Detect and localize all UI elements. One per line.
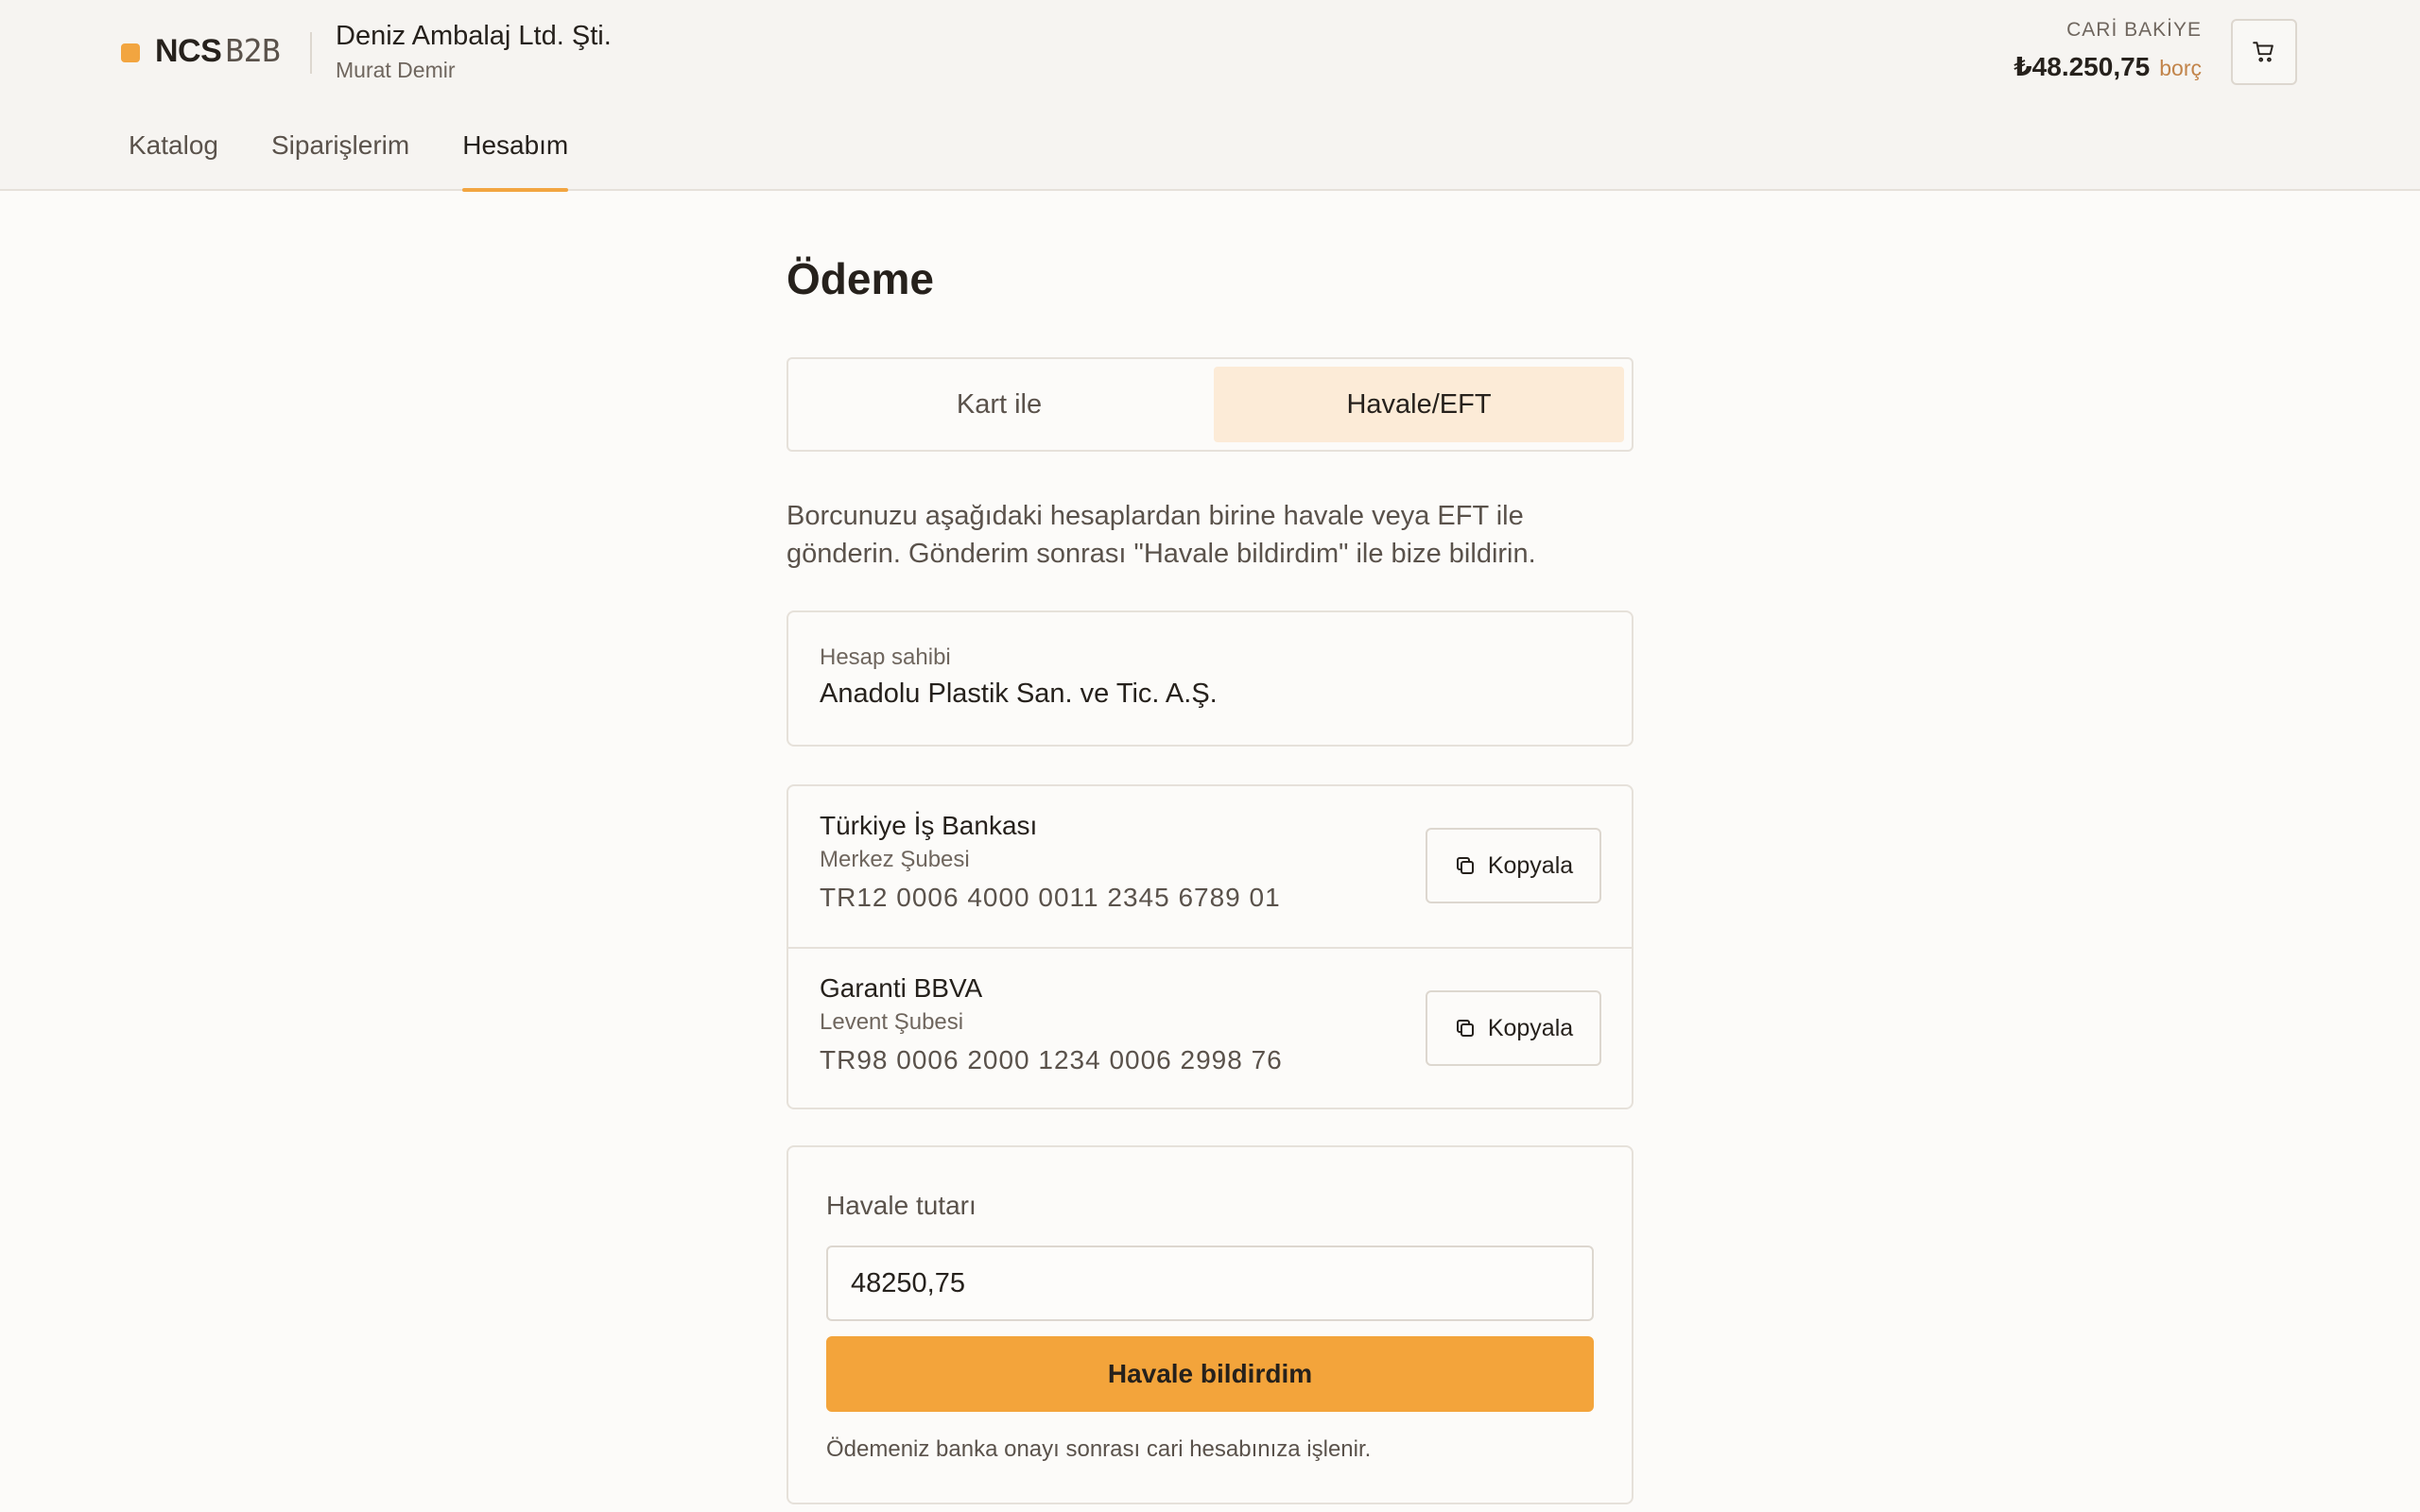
bank-branch: Merkez Şubesi — [820, 847, 970, 872]
payment-method-tabs: Kart ile Havale/EFT — [786, 357, 1634, 452]
transfer-instructions: Borcunuzu aşağıdaki hesaplardan birine h… — [786, 501, 1536, 569]
copy-button-label: Kopyala — [1487, 851, 1574, 879]
brand-logo[interactable]: NCS B2B — [155, 32, 281, 70]
user-name: Murat Demir — [336, 58, 456, 82]
copy-iban-button[interactable]: Kopyala — [1426, 828, 1601, 903]
account-owner-label: Hesap sahibi — [820, 644, 951, 670]
transfer-amount-label: Havale tutarı — [826, 1191, 977, 1220]
copy-icon — [1456, 1020, 1474, 1037]
iban-number: TR12 0006 4000 0011 2345 6789 01 — [820, 883, 1281, 912]
bank-name: Türkiye İş Bankası — [820, 811, 1038, 840]
cart-button[interactable] — [2231, 19, 2297, 85]
transfer-notice-form: Havale tutarı Havale bildirdim Ödemeniz … — [786, 1145, 1634, 1504]
balance-debt-tag: borç — [2159, 56, 2202, 80]
transfer-note: Ödemeniz banka onayı sonrası cari hesabı… — [826, 1436, 1372, 1462]
company-name: Deniz Ambalaj Ltd. Şti. — [336, 21, 612, 51]
transfer-notified-button[interactable]: Havale bildirdim — [826, 1336, 1594, 1412]
bank-accounts-list: Türkiye İş Bankası Merkez Şubesi TR12 00… — [786, 784, 1634, 1109]
account-owner-card: Hesap sahibi Anadolu Plastik San. ve Tic… — [786, 610, 1634, 747]
brand-logo-mark — [121, 43, 140, 62]
tab-card-payment[interactable]: Kart ile — [794, 367, 1204, 442]
transfer-amount-input[interactable] — [826, 1246, 1594, 1321]
page-title: Ödeme — [786, 254, 934, 303]
bank-account-row: Garanti BBVA Levent Şubesi TR98 0006 200… — [788, 947, 1632, 1108]
nav-item-katalog[interactable]: Katalog — [129, 130, 218, 191]
iban-number: TR98 0006 2000 1234 0006 2998 76 — [820, 1045, 1283, 1074]
balance-amount: ₺48.250,75 — [2014, 52, 2151, 81]
balance-summary: ₺48.250,75 borç — [2014, 51, 2202, 82]
balance-label: CARİ BAKİYE — [2066, 19, 2202, 41]
top-header: NCS B2B Deniz Ambalaj Ltd. Şti. Murat Dem… — [0, 0, 2420, 192]
tab-bank-transfer[interactable]: Havale/EFT — [1214, 367, 1624, 442]
bank-account-row: Türkiye İş Bankası Merkez Şubesi TR12 00… — [788, 786, 1632, 947]
bank-branch: Levent Şubesi — [820, 1009, 964, 1035]
brand-name: NCS — [155, 33, 222, 69]
copy-button-label: Kopyala — [1487, 1014, 1574, 1041]
copy-icon — [1456, 857, 1474, 874]
nav-item-siparislerim[interactable]: Siparişlerim — [271, 130, 409, 191]
account-owner-name: Anadolu Plastik San. ve Tic. A.Ş. — [820, 679, 1218, 709]
header-divider — [310, 32, 312, 74]
bank-name: Garanti BBVA — [820, 973, 983, 1003]
cart-icon — [2253, 42, 2273, 62]
brand-suffix: B2B — [225, 32, 281, 69]
nav-item-hesabim[interactable]: Hesabım — [462, 130, 569, 192]
copy-iban-button[interactable]: Kopyala — [1426, 990, 1601, 1066]
main-nav: Katalog Siparişlerim Hesabım — [129, 130, 621, 192]
